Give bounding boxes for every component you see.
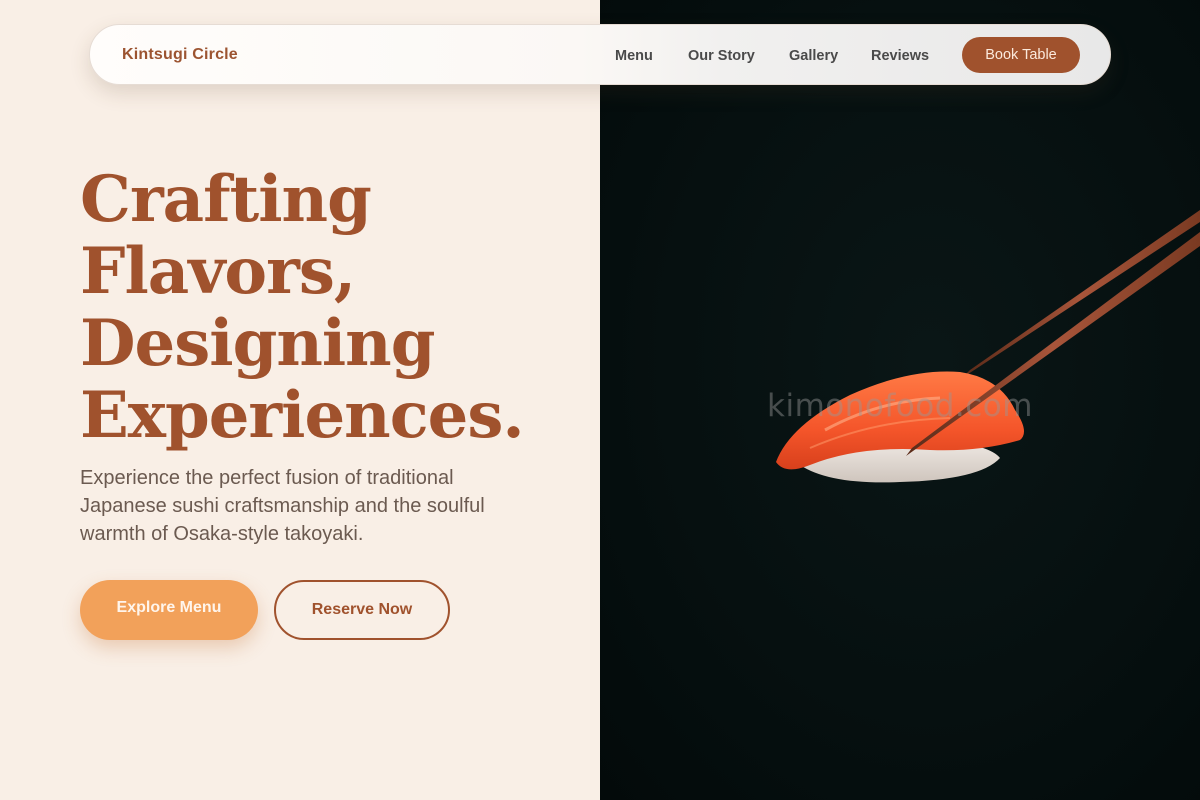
top-navigation: Kintsugi Circle Menu Our Story Gallery R… [89,24,1111,85]
brand-logo[interactable]: Kintsugi Circle [122,46,238,64]
hero-title-line: Flavors, [80,234,356,309]
nav-link-menu[interactable]: Menu [615,48,653,64]
explore-menu-button[interactable]: Explore Menu [80,580,258,640]
reserve-now-button[interactable]: Reserve Now [274,580,450,640]
hero-image-panel: kimonofood.com [600,0,1200,800]
hero-title-line: Crafting [80,162,372,237]
nav-link-gallery[interactable]: Gallery [789,48,838,64]
hero-description: Experience the perfect fusion of traditi… [80,467,485,545]
hero-title-line: Experiences. [80,378,525,453]
nav-link-our-story[interactable]: Our Story [688,48,755,64]
book-table-button[interactable]: Book Table [962,37,1080,73]
nav-link-reviews[interactable]: Reviews [871,48,929,64]
hero-title: Crafting Flavors, Designing Experiences. [80,164,580,452]
hero-title-line: Designing [80,306,435,381]
photo-watermark: kimonofood.com [767,388,1033,424]
